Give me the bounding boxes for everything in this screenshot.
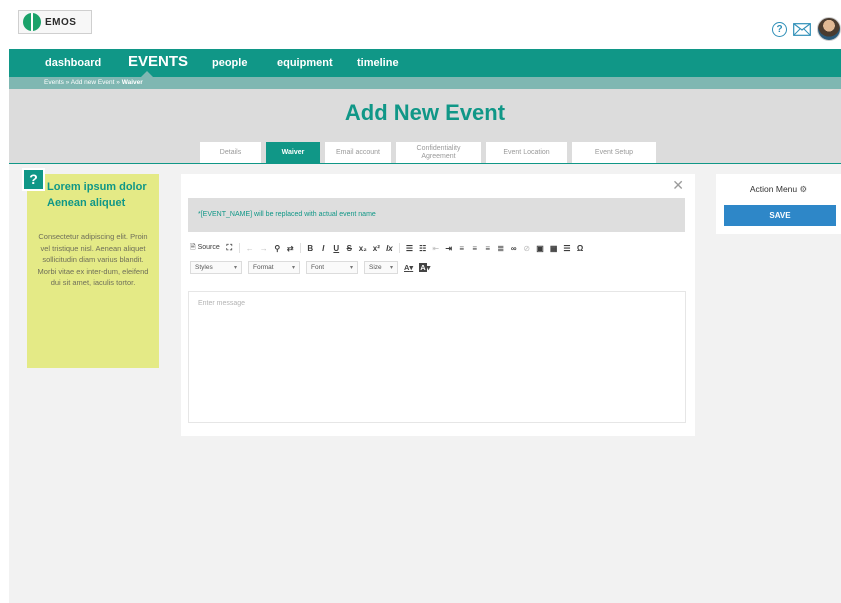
italic-button[interactable]: I (320, 244, 327, 253)
wizard-tabs: Details Waiver Email account Confidentia… (200, 142, 656, 164)
breadcrumb: Events » Add new Event » Waiver (9, 77, 841, 89)
format-select[interactable]: Format ▾ (248, 261, 300, 274)
styles-label: Styles (195, 264, 213, 271)
tab-confidentiality-agreement[interactable]: Confidentiality Agreement (396, 142, 481, 164)
horizontal-line-icon[interactable]: ☰ (563, 244, 570, 253)
breadcrumb-current: Waiver (121, 79, 143, 86)
redo-icon[interactable]: → (260, 244, 268, 253)
top-bar: EMOS ? (9, 0, 841, 49)
user-avatar[interactable] (817, 17, 841, 41)
mail-icon[interactable] (793, 22, 811, 36)
outdent-icon[interactable]: ⇤ (432, 244, 439, 253)
tab-waiver[interactable]: Waiver (266, 142, 320, 164)
tab-event-setup[interactable]: Event Setup (572, 142, 656, 164)
strike-button[interactable]: S (346, 244, 353, 253)
size-select[interactable]: Size ▾ (364, 261, 398, 274)
indent-icon[interactable]: ⇥ (445, 244, 452, 253)
chevron-down-icon: ▾ (233, 265, 237, 271)
unlink-icon[interactable]: ⊘ (523, 244, 530, 253)
font-color-label: A (404, 263, 410, 272)
page-title: Add New Event (344, 100, 506, 125)
underline-button[interactable]: U (333, 244, 340, 253)
toolbar-separator (238, 243, 240, 253)
editor-toolbar-row2: Styles ▾ Format ▾ Font ▾ Size ▾ A▾ A▾ (190, 260, 430, 275)
special-char-button[interactable]: Ω (577, 244, 584, 253)
image-icon[interactable]: ▣ (536, 244, 544, 253)
align-right-icon[interactable]: ≡ (484, 244, 491, 253)
font-label: Font (311, 264, 325, 271)
styles-select[interactable]: Styles ▾ (190, 261, 242, 274)
logo-mark-icon (23, 13, 41, 31)
chevron-down-icon: ▾ (349, 265, 353, 271)
table-icon[interactable]: ▦ (550, 244, 558, 253)
remove-format-button[interactable]: Ix (386, 244, 393, 253)
close-icon[interactable]: ✕ (672, 177, 684, 194)
replace-icon[interactable]: ⇄ (287, 244, 294, 253)
top-icons: ? (772, 17, 841, 41)
font-select[interactable]: Font ▾ (306, 261, 358, 274)
message-editor[interactable]: Enter message (188, 291, 686, 423)
chevron-down-icon: ▾ (291, 265, 295, 271)
nav-item-people[interactable]: people (212, 49, 247, 77)
align-justify-icon[interactable]: ≣ (497, 244, 504, 253)
logo[interactable]: EMOS (18, 10, 92, 34)
nav-item-dashboard[interactable]: dashboard (45, 49, 101, 77)
placeholder-hint: *[EVENT_NAME] will be replaced with actu… (188, 198, 685, 232)
toolbar-separator (398, 243, 400, 253)
help-note: Lorem ipsum dolor Aenean aliquet Consect… (27, 174, 159, 368)
help-note-title: Lorem ipsum dolor Aenean aliquet (47, 181, 147, 209)
superscript-button[interactable]: x² (373, 244, 380, 253)
save-button[interactable]: SAVE (724, 205, 836, 226)
subscript-button[interactable]: x₂ (359, 244, 367, 253)
toolbar-separator (299, 243, 301, 253)
bulleted-list-icon[interactable]: ☷ (419, 244, 426, 253)
chevron-down-icon: ▾ (389, 265, 393, 271)
tab-details[interactable]: Details (200, 142, 261, 164)
numbered-list-icon[interactable]: ☰ (406, 244, 413, 253)
undo-icon[interactable]: ← (246, 244, 254, 253)
link-icon[interactable]: ∞ (510, 244, 517, 253)
find-icon[interactable]: ⚲ (274, 244, 281, 253)
action-menu: Action Menu ⚙ SAVE (716, 174, 841, 234)
main-nav: dashboard EVENTS people equipment timeli… (9, 49, 841, 77)
bg-color-label: A (419, 263, 427, 272)
bg-color-button[interactable]: A▾ (419, 263, 430, 272)
size-label: Size (369, 264, 382, 271)
title-band: Add New Event Details Waiver Email accou… (9, 89, 841, 164)
question-icon: ? (22, 168, 45, 191)
title-band-divider (9, 163, 841, 164)
waiver-editor-card: ✕ *[EVENT_NAME] will be replaced with ac… (181, 174, 695, 436)
action-menu-header[interactable]: Action Menu ⚙ (716, 184, 841, 195)
help-note-body: Consectetur adipiscing elit. Proin vel t… (37, 232, 149, 287)
nav-item-equipment[interactable]: equipment (277, 49, 333, 77)
gear-icon: ⚙ (799, 184, 808, 194)
source-icon: 🗎 (190, 243, 196, 251)
editor-toolbar: 🗎 Source ⛶ ← → ⚲ ⇄ B I U S x₂ x² Ix ☰ ☷ … (190, 241, 688, 255)
source-button[interactable]: 🗎 Source (190, 243, 220, 254)
tab-email-account[interactable]: Email account (325, 142, 391, 164)
nav-item-events[interactable]: EVENTS (128, 49, 188, 77)
maximize-icon[interactable]: ⛶ (226, 243, 233, 253)
breadcrumb-path[interactable]: Events » Add new Event » (44, 79, 122, 86)
font-color-button[interactable]: A▾ (404, 263, 413, 272)
logo-text: EMOS (45, 16, 77, 28)
nav-item-timeline[interactable]: timeline (357, 49, 399, 77)
align-center-icon[interactable]: ≡ (471, 244, 478, 253)
tab-event-location[interactable]: Event Location (486, 142, 567, 164)
action-menu-title: Action Menu (749, 184, 798, 194)
help-icon[interactable]: ? (772, 21, 787, 37)
source-label: Source (197, 243, 220, 251)
align-left-icon[interactable]: ≡ (458, 244, 465, 253)
format-label: Format (253, 264, 274, 271)
bold-button[interactable]: B (307, 244, 314, 253)
message-placeholder: Enter message (198, 300, 246, 307)
